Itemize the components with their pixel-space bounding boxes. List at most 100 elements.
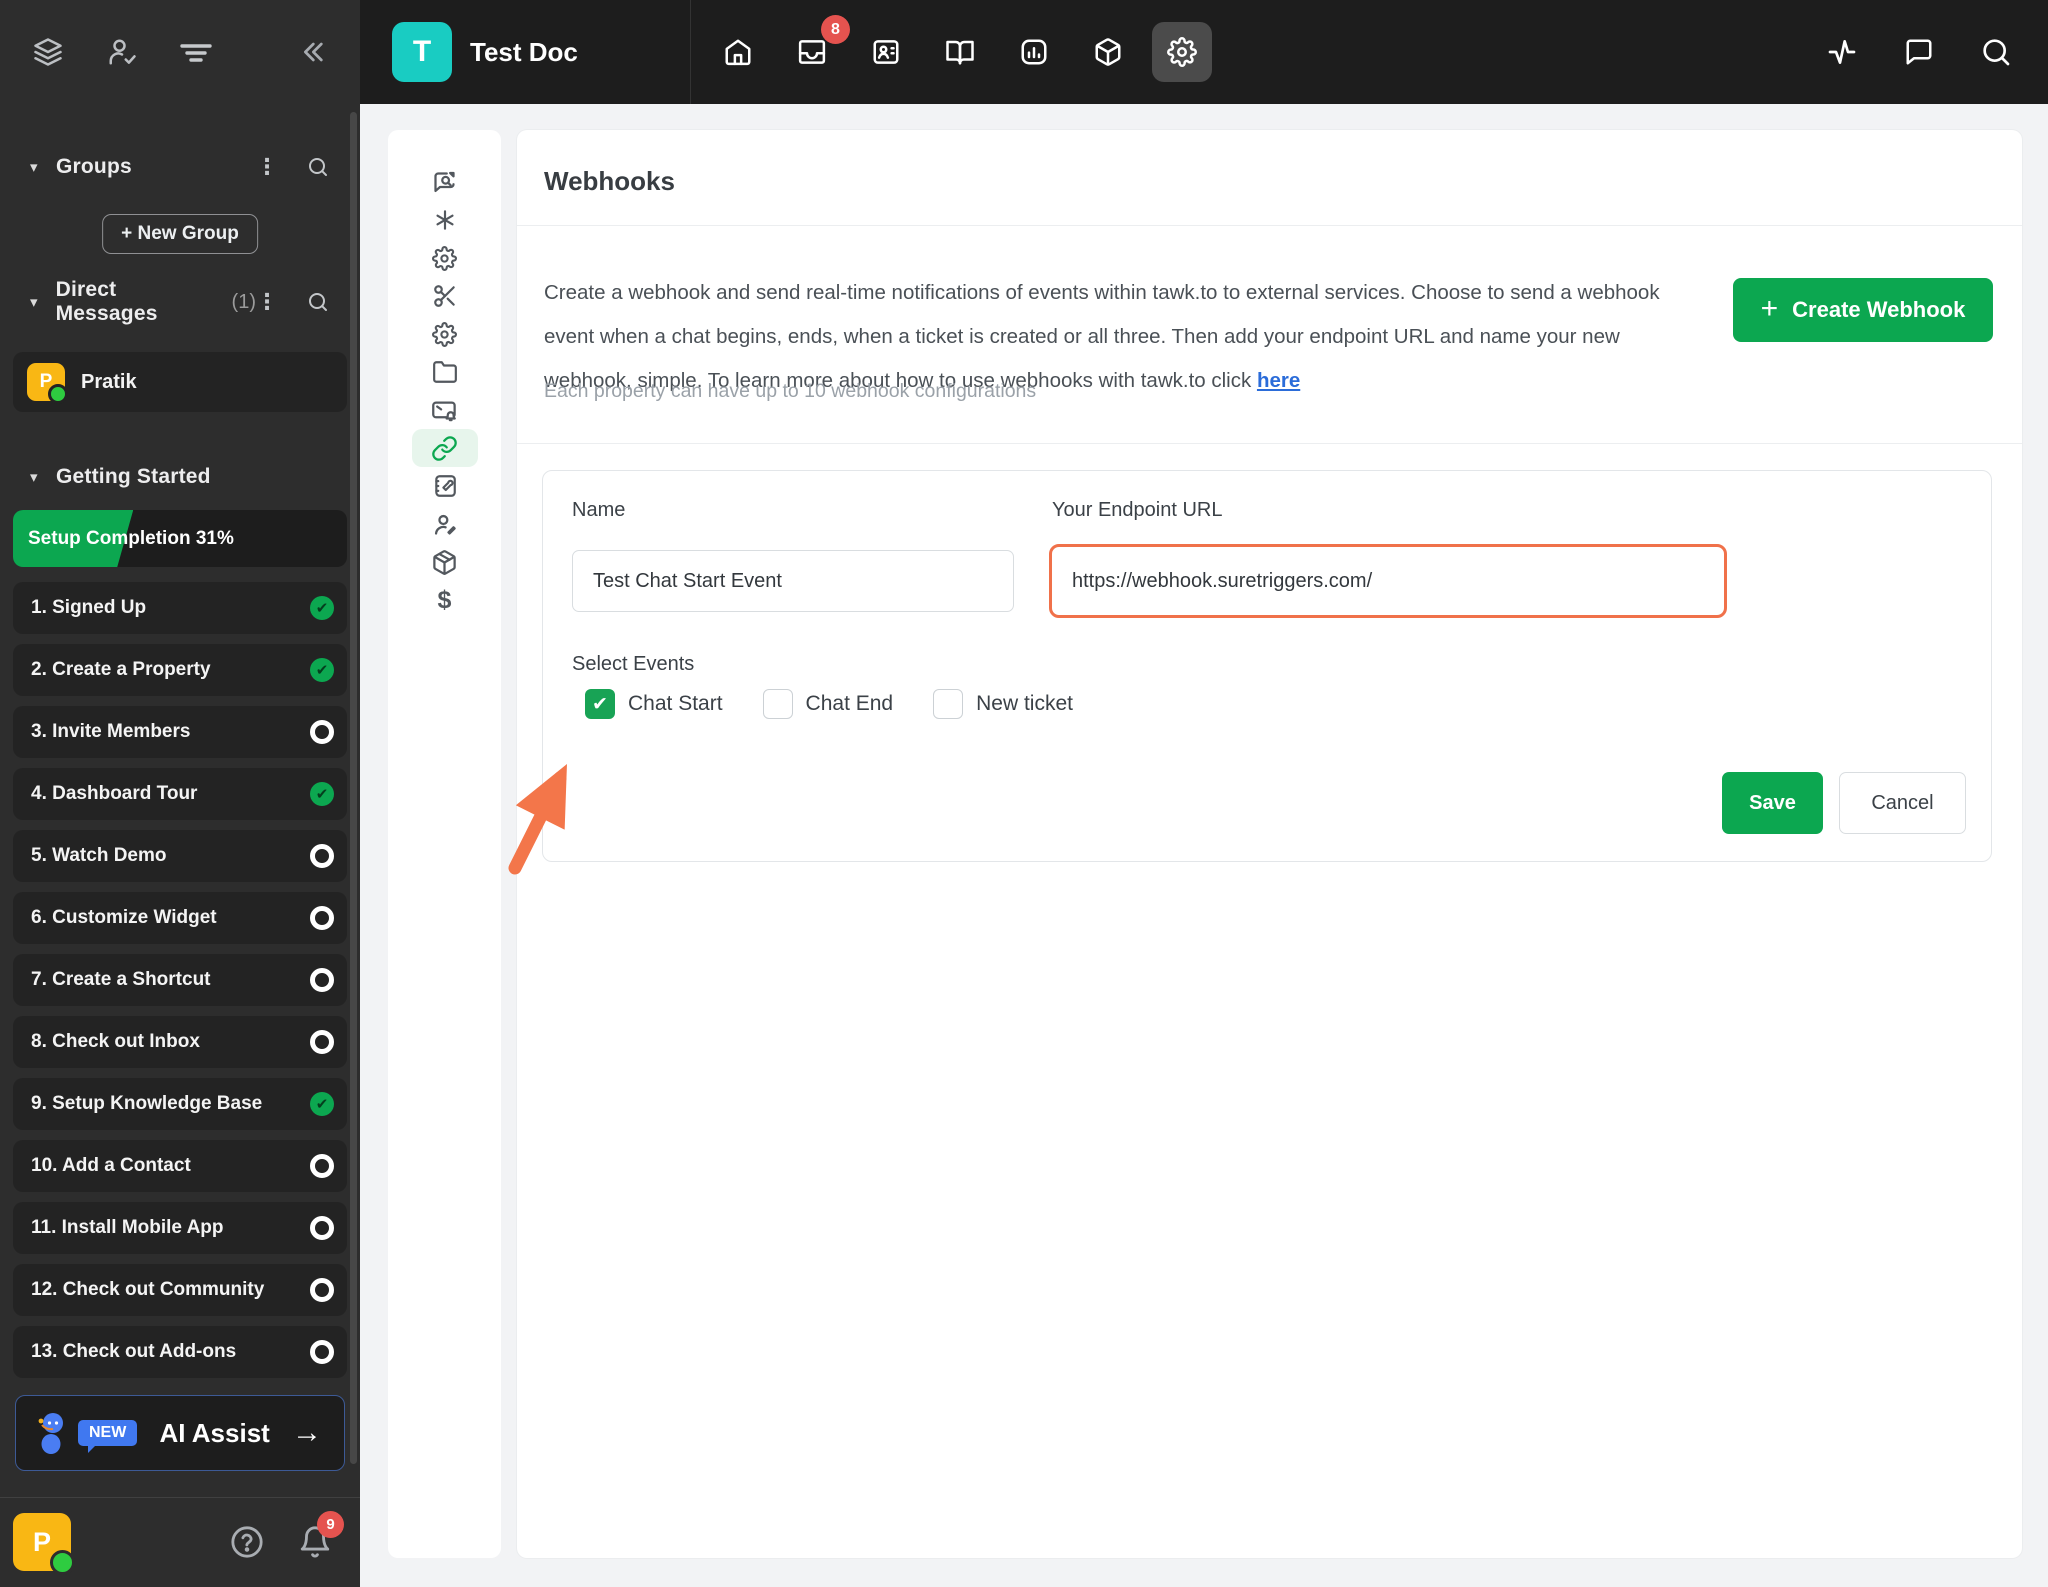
divider: [517, 225, 2022, 226]
webhooks-link-icon[interactable]: [411, 429, 478, 467]
checklist-item[interactable]: 9. Setup Knowledge Base ✔: [13, 1078, 347, 1130]
setup-progress-label: Setup Completion 31%: [28, 528, 234, 549]
checkbox-unchecked-icon[interactable]: [933, 689, 964, 719]
sidebar-top-icons: [0, 0, 360, 104]
groups-header: ▾ Groups ⋮: [0, 140, 360, 194]
settings-nav-rail: $: [388, 130, 501, 1558]
contacts-icon[interactable]: [856, 22, 916, 82]
plus-icon: +: [1760, 291, 1779, 325]
here-link[interactable]: here: [1257, 369, 1300, 392]
direct-messages-header: ▾ Direct Messages (1) ⋮: [0, 275, 360, 329]
property-name: Test Doc: [470, 36, 578, 67]
agent-edit-icon[interactable]: [412, 505, 478, 543]
event-new-ticket[interactable]: New ticket: [933, 689, 1073, 719]
name-input[interactable]: [572, 550, 1014, 612]
package-box-icon[interactable]: [412, 543, 478, 581]
ai-assist-card[interactable]: NEW AI Assist →: [15, 1395, 345, 1471]
check-icon: ✔: [310, 1092, 334, 1116]
checklist-item[interactable]: 7. Create a Shortcut: [13, 954, 347, 1006]
mail-bell-icon[interactable]: [412, 391, 478, 429]
create-webhook-button[interactable]: + Create Webhook: [1733, 278, 1993, 342]
check-icon: ✔: [310, 596, 334, 620]
notebook-tools-icon[interactable]: [412, 467, 478, 505]
scissors-shortcuts-icon[interactable]: [412, 277, 478, 315]
new-badge: NEW: [78, 1420, 138, 1453]
select-events-label: Select Events: [572, 653, 695, 675]
topbar-nav: 8: [691, 15, 1212, 82]
home-icon[interactable]: [708, 22, 768, 82]
sidebar-footer: P 9: [0, 1505, 360, 1579]
cancel-button[interactable]: Cancel: [1839, 772, 1966, 834]
pending-circle-icon: [310, 1340, 334, 1364]
groups-search-icon[interactable]: [306, 155, 330, 179]
checklist-item[interactable]: 8. Check out Inbox: [13, 1016, 347, 1068]
endpoint-url-input[interactable]: [1049, 544, 1727, 618]
collapse-sidebar-icon[interactable]: [290, 30, 334, 74]
agent-check-icon[interactable]: [100, 30, 144, 74]
add-ons-box-icon[interactable]: [1078, 22, 1138, 82]
pending-circle-icon: [310, 1278, 334, 1302]
arrow-right-icon: →: [292, 1416, 322, 1449]
user-avatar[interactable]: P: [13, 1513, 75, 1575]
billing-dollar-icon[interactable]: $: [412, 581, 478, 619]
robot-icon: [32, 1411, 72, 1455]
event-chat-end[interactable]: Chat End: [762, 689, 893, 719]
filter-icon[interactable]: [174, 30, 218, 74]
gear-widget-icon[interactable]: [412, 315, 478, 353]
checklist-item[interactable]: 4. Dashboard Tour ✔: [13, 768, 347, 820]
reports-icon[interactable]: [1004, 22, 1064, 82]
checkbox-checked-icon[interactable]: ✔: [585, 689, 615, 719]
save-button[interactable]: Save: [1722, 772, 1823, 834]
help-icon[interactable]: [230, 1525, 264, 1559]
online-status-dot: [48, 384, 68, 404]
new-group-button[interactable]: + New Group: [102, 214, 258, 254]
checklist-item[interactable]: 12. Check out Community: [13, 1264, 347, 1316]
pending-circle-icon: [310, 1154, 334, 1178]
checklist-item[interactable]: 10. Add a Contact: [13, 1140, 347, 1192]
checklist-item[interactable]: 11. Install Mobile App: [13, 1202, 347, 1254]
getting-started-checklist: 1. Signed Up ✔ 2. Create a Property ✔ 3. I…: [13, 582, 347, 1378]
pending-circle-icon: [310, 1030, 334, 1054]
notifications-bell-icon[interactable]: 9: [298, 1511, 344, 1559]
groups-label: Groups: [56, 155, 132, 178]
checklist-item[interactable]: 3. Invite Members: [13, 706, 347, 758]
dm-menu-icon[interactable]: ⋮: [256, 291, 278, 313]
endpoint-url-label: Your Endpoint URL: [1052, 499, 1223, 521]
check-icon: ✔: [310, 658, 334, 682]
webhook-limit-note: Each property can have up to 10 webhook …: [544, 380, 1037, 402]
chat-search-icon[interactable]: [412, 163, 478, 201]
setup-progress-bar[interactable]: Setup Completion 31%: [13, 510, 347, 567]
checklist-item[interactable]: 2. Create a Property ✔: [13, 644, 347, 696]
chat-bubble-icon[interactable]: [1904, 37, 1934, 67]
dm-user-row[interactable]: P Pratik: [13, 352, 347, 412]
inbox-icon[interactable]: 8: [782, 15, 850, 82]
caret-down-icon[interactable]: ▾: [30, 468, 56, 486]
checklist-item[interactable]: 5. Watch Demo: [13, 830, 347, 882]
settings-icon[interactable]: [1152, 22, 1212, 82]
folder-icon[interactable]: [412, 353, 478, 391]
notification-count-badge: 9: [317, 1511, 344, 1538]
property-selector[interactable]: T Test Doc: [360, 22, 690, 82]
activity-pulse-icon[interactable]: [1826, 36, 1858, 68]
sidebar-scrollbar[interactable]: [350, 112, 357, 1464]
dm-search-icon[interactable]: [306, 290, 330, 314]
caret-down-icon[interactable]: ▾: [30, 293, 56, 311]
topbar: T Test Doc 8: [360, 0, 2048, 104]
checklist-item[interactable]: 1. Signed Up ✔: [13, 582, 347, 634]
checklist-item[interactable]: 13. Check out Add-ons: [13, 1326, 347, 1378]
online-status-dot: [50, 1550, 75, 1575]
event-chat-start[interactable]: ✔ Chat Start: [585, 689, 723, 719]
getting-started-header: ▾ Getting Started: [0, 450, 360, 504]
pending-circle-icon: [310, 844, 334, 868]
checklist-item[interactable]: 6. Customize Widget: [13, 892, 347, 944]
layers-icon[interactable]: [26, 30, 70, 74]
gear-icon[interactable]: [412, 239, 478, 277]
dm-user-name: Pratik: [81, 370, 137, 393]
knowledge-base-icon[interactable]: [930, 22, 990, 82]
checkbox-unchecked-icon[interactable]: [762, 689, 793, 719]
caret-down-icon[interactable]: ▾: [30, 158, 56, 176]
search-icon[interactable]: [1980, 36, 2012, 68]
name-label: Name: [572, 499, 626, 521]
groups-menu-icon[interactable]: ⋮: [256, 156, 278, 178]
asterisk-icon[interactable]: [412, 201, 478, 239]
